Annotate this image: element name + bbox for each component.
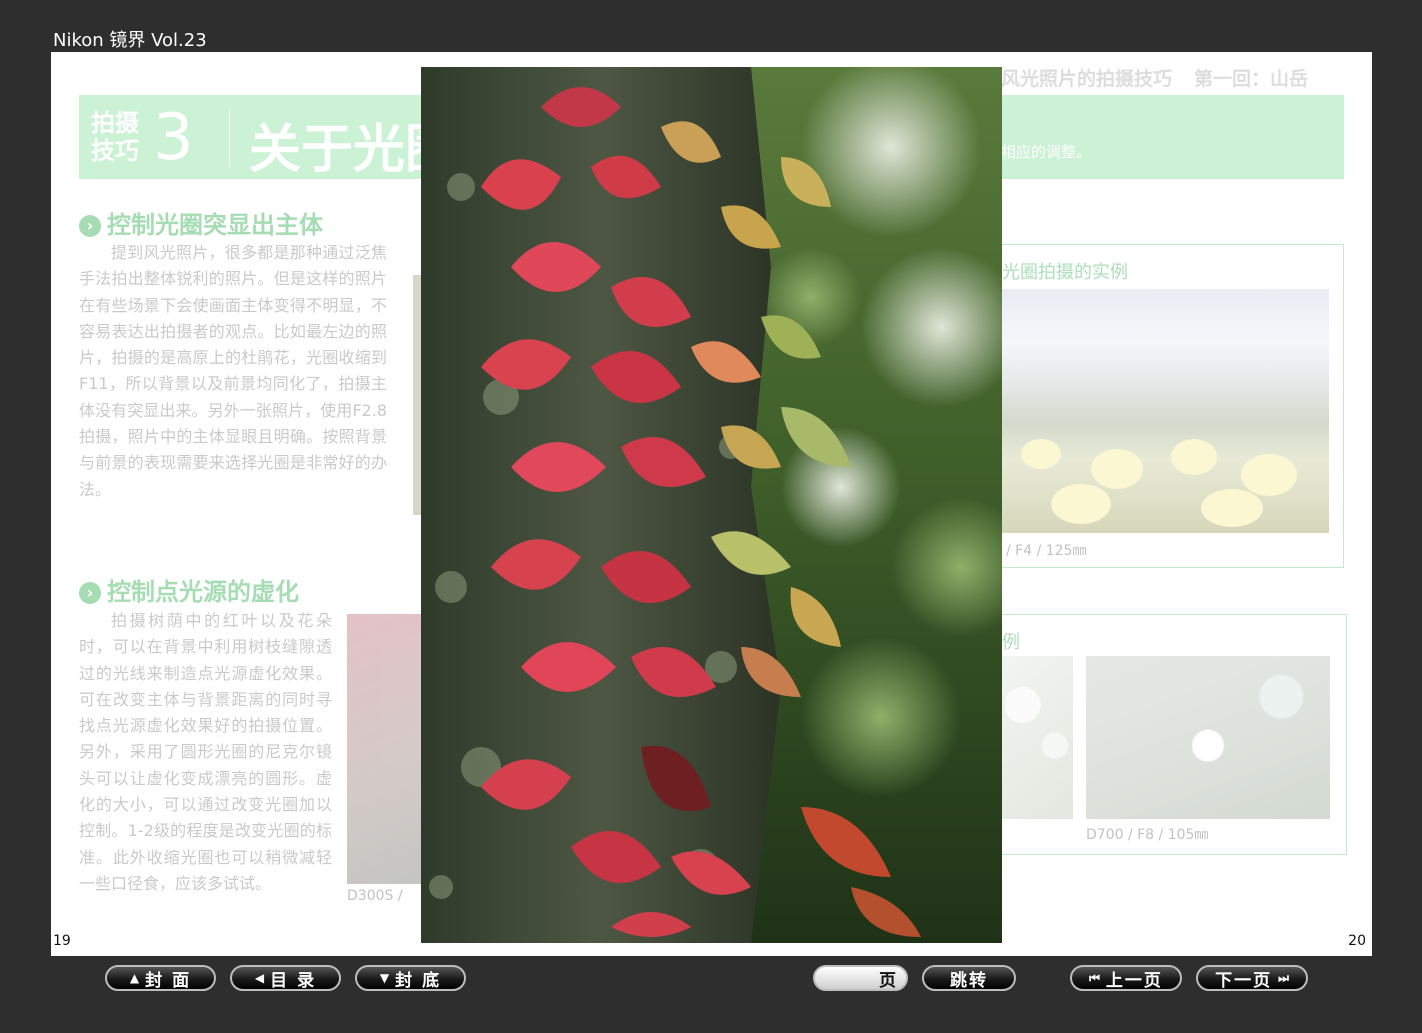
banner-number: 3: [153, 101, 194, 175]
prev-page-label: 上一页: [1105, 970, 1163, 991]
jump-button-label: 跳转: [950, 970, 988, 991]
photo-caption: D300S /: [347, 888, 403, 904]
mountain-daffodil-photo: [1001, 289, 1329, 533]
page-header: 风光照片的拍摄技巧 第一回：山岳: [1001, 64, 1308, 91]
section-heading-aperture: › 控制光圈突显出主体: [79, 205, 323, 240]
white-flower-photo: [1086, 656, 1330, 819]
technique-banner: 拍摄 技巧 3 关于光圈: [79, 95, 457, 180]
banner-note: 相应的调整。: [1001, 143, 1092, 161]
page-suffix-label: 页: [879, 970, 896, 991]
right-banner: 相应的调整。: [1001, 95, 1344, 179]
magazine-spread: 拍摄 技巧 3 关于光圈 › 控制光圈突显出主体 提到风光照片，很多都是那种通过泛…: [51, 52, 1372, 956]
page-number-input[interactable]: 页: [813, 965, 908, 991]
example-caption-1: / F4 / 125㎜: [1006, 543, 1087, 559]
back-cover-button-label: 封 底: [395, 970, 442, 991]
cover-button-label: 封 面: [145, 970, 192, 991]
banner-tag: 拍摄 技巧: [91, 109, 139, 165]
right-page-number: 20: [1348, 933, 1366, 949]
back-cover-button[interactable]: ▼ 封 底: [355, 965, 466, 991]
chevron-right-icon: ›: [79, 215, 101, 237]
example-caption-2: D700 / F8 / 105㎜: [1086, 827, 1209, 843]
banner-divider: [229, 109, 230, 167]
header-title: 风光照片的拍摄技巧: [1001, 68, 1173, 90]
app-title: Nikon 镜界 Vol.23: [53, 30, 207, 51]
next-page-label: 下一页: [1215, 970, 1273, 991]
toc-button-label: 目 录: [270, 970, 317, 991]
left-page-number: 19: [53, 933, 71, 949]
section-heading-text: 控制光圈突显出主体: [107, 211, 323, 239]
skip-back-icon: ⏮: [1089, 970, 1100, 985]
triangle-down-icon: ▼: [379, 971, 390, 985]
red-leaves-thumbnail: [347, 614, 423, 884]
cover-button[interactable]: ▲ 封 面: [105, 965, 216, 991]
toc-button[interactable]: ◀ 目 录: [230, 965, 341, 991]
header-episode: 第一回：山岳: [1194, 68, 1309, 90]
section-body-bokeh: 拍摄树荫中的红叶以及花朵时，可以在背景中利用树枝缝隙透过的光线来制造点光源虚化效…: [79, 611, 332, 893]
next-page-button[interactable]: 下一页 ⏭: [1196, 965, 1308, 991]
section-heading-bokeh: › 控制点光源的虚化: [79, 572, 299, 607]
skip-forward-icon: ⏭: [1278, 970, 1289, 985]
prev-page-button[interactable]: ⏮ 上一页: [1070, 965, 1182, 991]
triangle-left-icon: ◀: [254, 971, 265, 985]
red-leaves-vine-photo: [421, 67, 1002, 943]
section-heading-text: 控制点光源的虚化: [107, 578, 299, 606]
enlarged-photo[interactable]: [421, 67, 1002, 943]
bokeh-photo: [1001, 656, 1073, 819]
triangle-up-icon: ▲: [129, 971, 140, 985]
jump-button[interactable]: 跳转: [922, 965, 1016, 991]
example-box-title: 例: [1002, 632, 1020, 653]
section-body-aperture: 提到风光照片，很多都是那种通过泛焦手法拍出整体锐利的照片。但是这样的照片在有些场…: [79, 243, 387, 499]
example-box-title: 光圈拍摄的实例: [1002, 262, 1128, 283]
chevron-right-icon: ›: [79, 582, 101, 604]
